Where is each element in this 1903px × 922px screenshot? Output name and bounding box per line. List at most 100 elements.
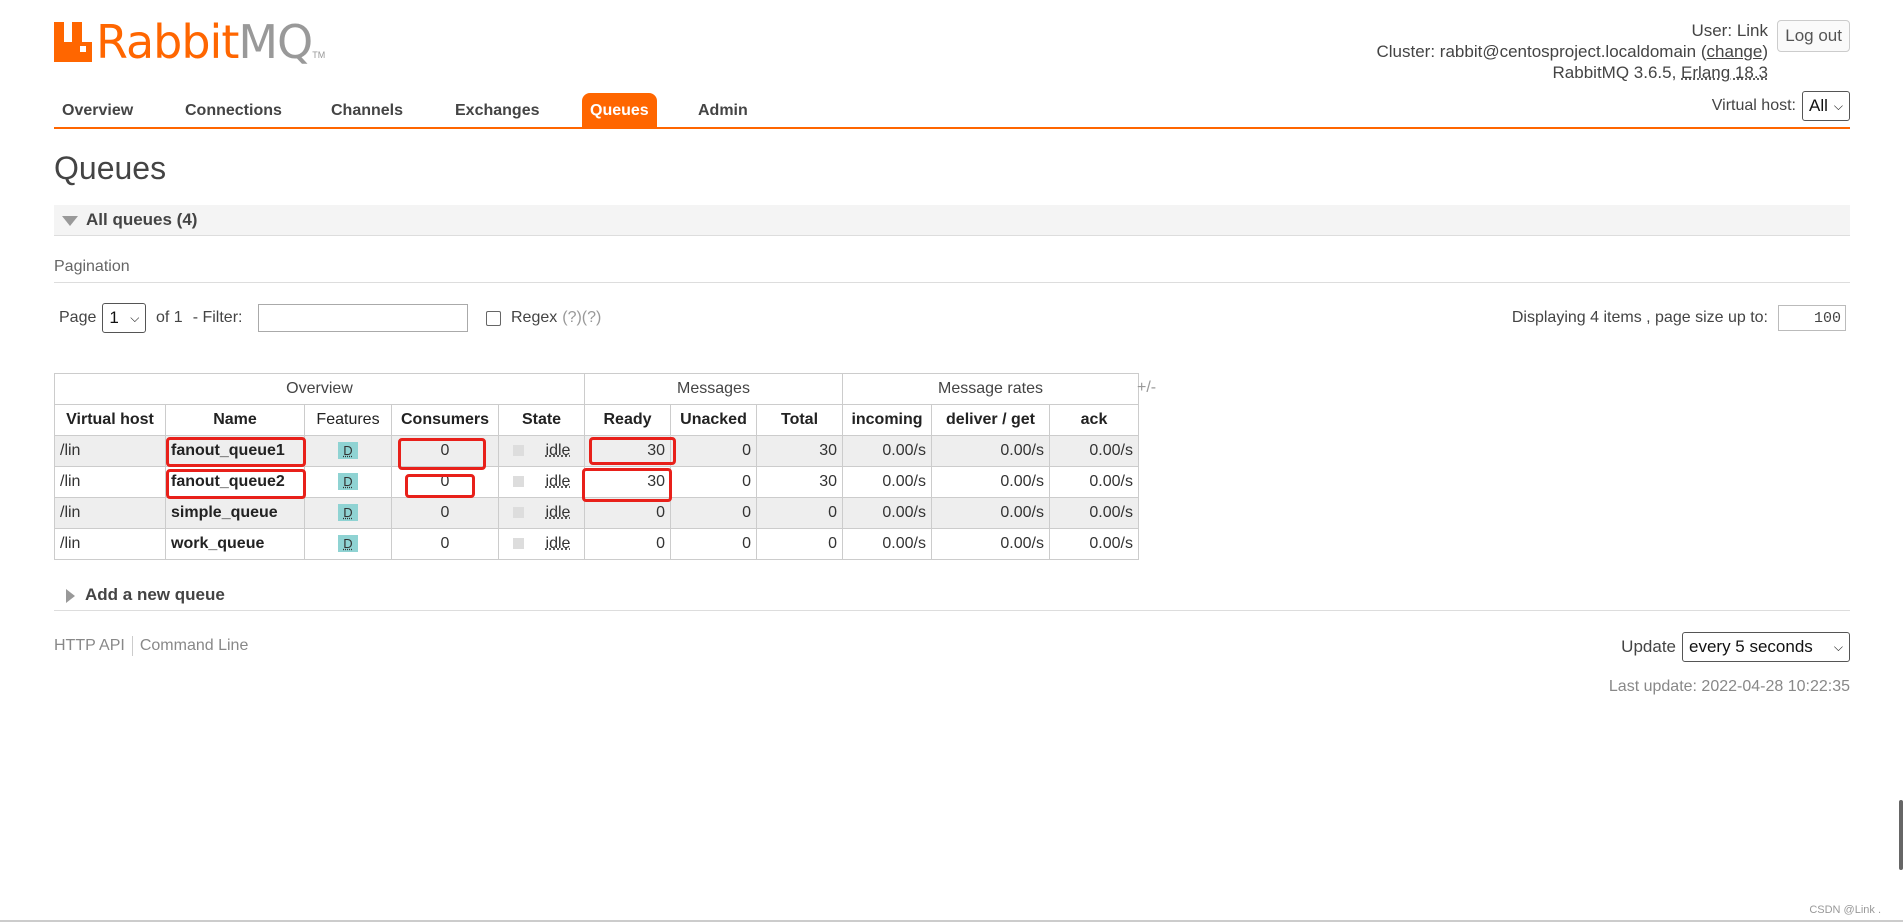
filter-input[interactable] <box>258 304 468 332</box>
cell-consumers: 0 <box>391 528 499 560</box>
cluster-name: rabbit@centosproject.localdomain <box>1439 42 1697 61</box>
cell-incoming: 0.00/s <box>842 528 932 560</box>
tab-channels[interactable]: Channels <box>323 93 411 127</box>
col-name[interactable]: Name <box>165 404 305 436</box>
group-header-message-rates: Message rates <box>842 373 1139 405</box>
cell-ack: 0.00/s <box>1049 435 1139 467</box>
cell-state: idle <box>498 466 585 498</box>
col-consumers[interactable]: Consumers <box>391 404 499 436</box>
cell-ack: 0.00/s <box>1049 528 1139 560</box>
change-cluster-link[interactable]: change <box>1707 42 1763 61</box>
user-line: User: Link <box>1691 21 1768 40</box>
pagination-controls: Page 1 ⌵ of 1 - Filter: Regex (?)(?) Disp… <box>54 302 1850 338</box>
cell-vhost: /lin <box>54 466 166 498</box>
cell-total: 0 <box>756 497 843 529</box>
logo-text: RabbitMQ <box>96 15 313 69</box>
cell-unacked: 0 <box>670 435 757 467</box>
col-incoming[interactable]: incoming <box>842 404 932 436</box>
cell-total: 30 <box>756 466 843 498</box>
col-total[interactable]: Total <box>756 404 843 436</box>
cluster-line: Cluster: rabbit@centosproject.localdomai… <box>1376 42 1768 61</box>
col-deliver-get[interactable]: deliver / get <box>931 404 1050 436</box>
login-details: Log out User: Link Cluster: rabbit@cento… <box>1376 20 1850 83</box>
annotation-highlight <box>166 469 306 499</box>
toggle-columns-link[interactable]: +/- <box>1137 379 1156 397</box>
cell-features: D <box>304 497 392 529</box>
queue-name-link[interactable]: work_queue <box>165 528 305 560</box>
tab-connections[interactable]: Connections <box>177 93 290 127</box>
regex-label: Regex <box>511 309 558 326</box>
rabbitmq-logo-icon <box>54 22 92 62</box>
chevron-down-icon: ⌵ <box>1833 639 1843 654</box>
virtual-host-select[interactable]: All ⌵ <box>1801 91 1850 121</box>
cell-state: idle <box>498 528 585 560</box>
version-line: RabbitMQ 3.6.5, Erlang 18.3 <box>1552 63 1768 82</box>
tab-admin[interactable]: Admin <box>690 93 756 127</box>
cell-incoming: 0.00/s <box>842 497 932 529</box>
col-ready[interactable]: Ready <box>584 404 671 436</box>
cell-features: D <box>304 466 392 498</box>
col-virtual-host[interactable]: Virtual host <box>54 404 166 436</box>
tab-queues[interactable]: Queues <box>582 93 657 127</box>
cell-vhost: /lin <box>54 497 166 529</box>
page-title: Queues <box>54 150 167 186</box>
regex-help-link[interactable]: (?)(?) <box>562 309 601 327</box>
tab-overview[interactable]: Overview <box>54 93 141 127</box>
update-interval-select[interactable]: every 5 seconds ⌵ <box>1682 632 1850 662</box>
scrollbar-thumb[interactable] <box>1899 800 1903 870</box>
expand-triangle-icon <box>66 588 75 603</box>
rabbitmq-logo[interactable]: RabbitMQ TM <box>54 18 325 66</box>
command-line-link[interactable]: Command Line <box>140 637 249 655</box>
regex-checkbox[interactable] <box>486 310 501 326</box>
http-api-link[interactable]: HTTP API <box>54 637 125 655</box>
cell-ack: 0.00/s <box>1049 497 1139 529</box>
tab-exchanges[interactable]: Exchanges <box>447 93 547 127</box>
state-indicator-icon <box>512 507 524 519</box>
cell-vhost: /lin <box>54 435 166 467</box>
state-indicator-icon <box>512 538 524 550</box>
annotation-highlight <box>589 437 676 465</box>
chevron-down-icon: ⌵ <box>1833 98 1843 113</box>
group-header-messages: Messages <box>584 373 843 405</box>
all-queues-section-toggle[interactable]: All queues (4) <box>54 205 1850 236</box>
user-name: Link <box>1736 21 1768 40</box>
page-select[interactable]: 1 ⌵ <box>102 303 147 333</box>
cell-state: idle <box>498 435 585 467</box>
cell-ready: 0 <box>584 497 671 529</box>
add-queue-section-toggle[interactable]: Add a new queue <box>54 580 1850 611</box>
page-size-input[interactable]: 100 <box>1778 305 1846 331</box>
state-indicator-icon <box>512 445 524 457</box>
cell-vhost: /lin <box>54 528 166 560</box>
state-indicator-icon <box>512 476 524 488</box>
cell-incoming: 0.00/s <box>842 466 932 498</box>
filter-label: - Filter: <box>192 309 243 326</box>
cell-consumers: 0 <box>391 497 499 529</box>
cell-ack: 0.00/s <box>1049 466 1139 498</box>
col-state[interactable]: State <box>498 404 585 436</box>
cell-total: 30 <box>756 435 843 467</box>
annotation-highlight <box>405 474 475 498</box>
main-nav: Overview Connections Channels Exchanges … <box>54 91 1850 129</box>
collapse-triangle-icon <box>62 215 78 226</box>
cell-state: idle <box>498 497 585 529</box>
watermark: CSDN @Link . <box>1809 904 1881 916</box>
page-count: of 1 <box>156 309 183 326</box>
update-label: Update <box>1621 637 1676 656</box>
cell-incoming: 0.00/s <box>842 435 932 467</box>
col-ack[interactable]: ack <box>1049 404 1139 436</box>
chevron-down-icon: ⌵ <box>130 310 140 325</box>
pagination-label: Pagination <box>54 258 1850 283</box>
col-features: Features <box>304 404 392 436</box>
page-label: Page <box>59 309 97 326</box>
group-header-overview: Overview <box>54 373 585 405</box>
queue-name-link[interactable]: simple_queue <box>165 497 305 529</box>
logout-button[interactable]: Log out <box>1777 20 1850 52</box>
virtual-host-selector: Virtual host: All ⌵ <box>1712 91 1850 121</box>
logo-trademark: TM <box>312 50 326 60</box>
col-unacked[interactable]: Unacked <box>670 404 757 436</box>
durable-badge: D <box>338 504 358 521</box>
footer-divider <box>131 636 133 656</box>
update-control: Update every 5 seconds ⌵ <box>1621 632 1850 662</box>
cell-unacked: 0 <box>670 528 757 560</box>
annotation-highlight <box>166 437 306 467</box>
